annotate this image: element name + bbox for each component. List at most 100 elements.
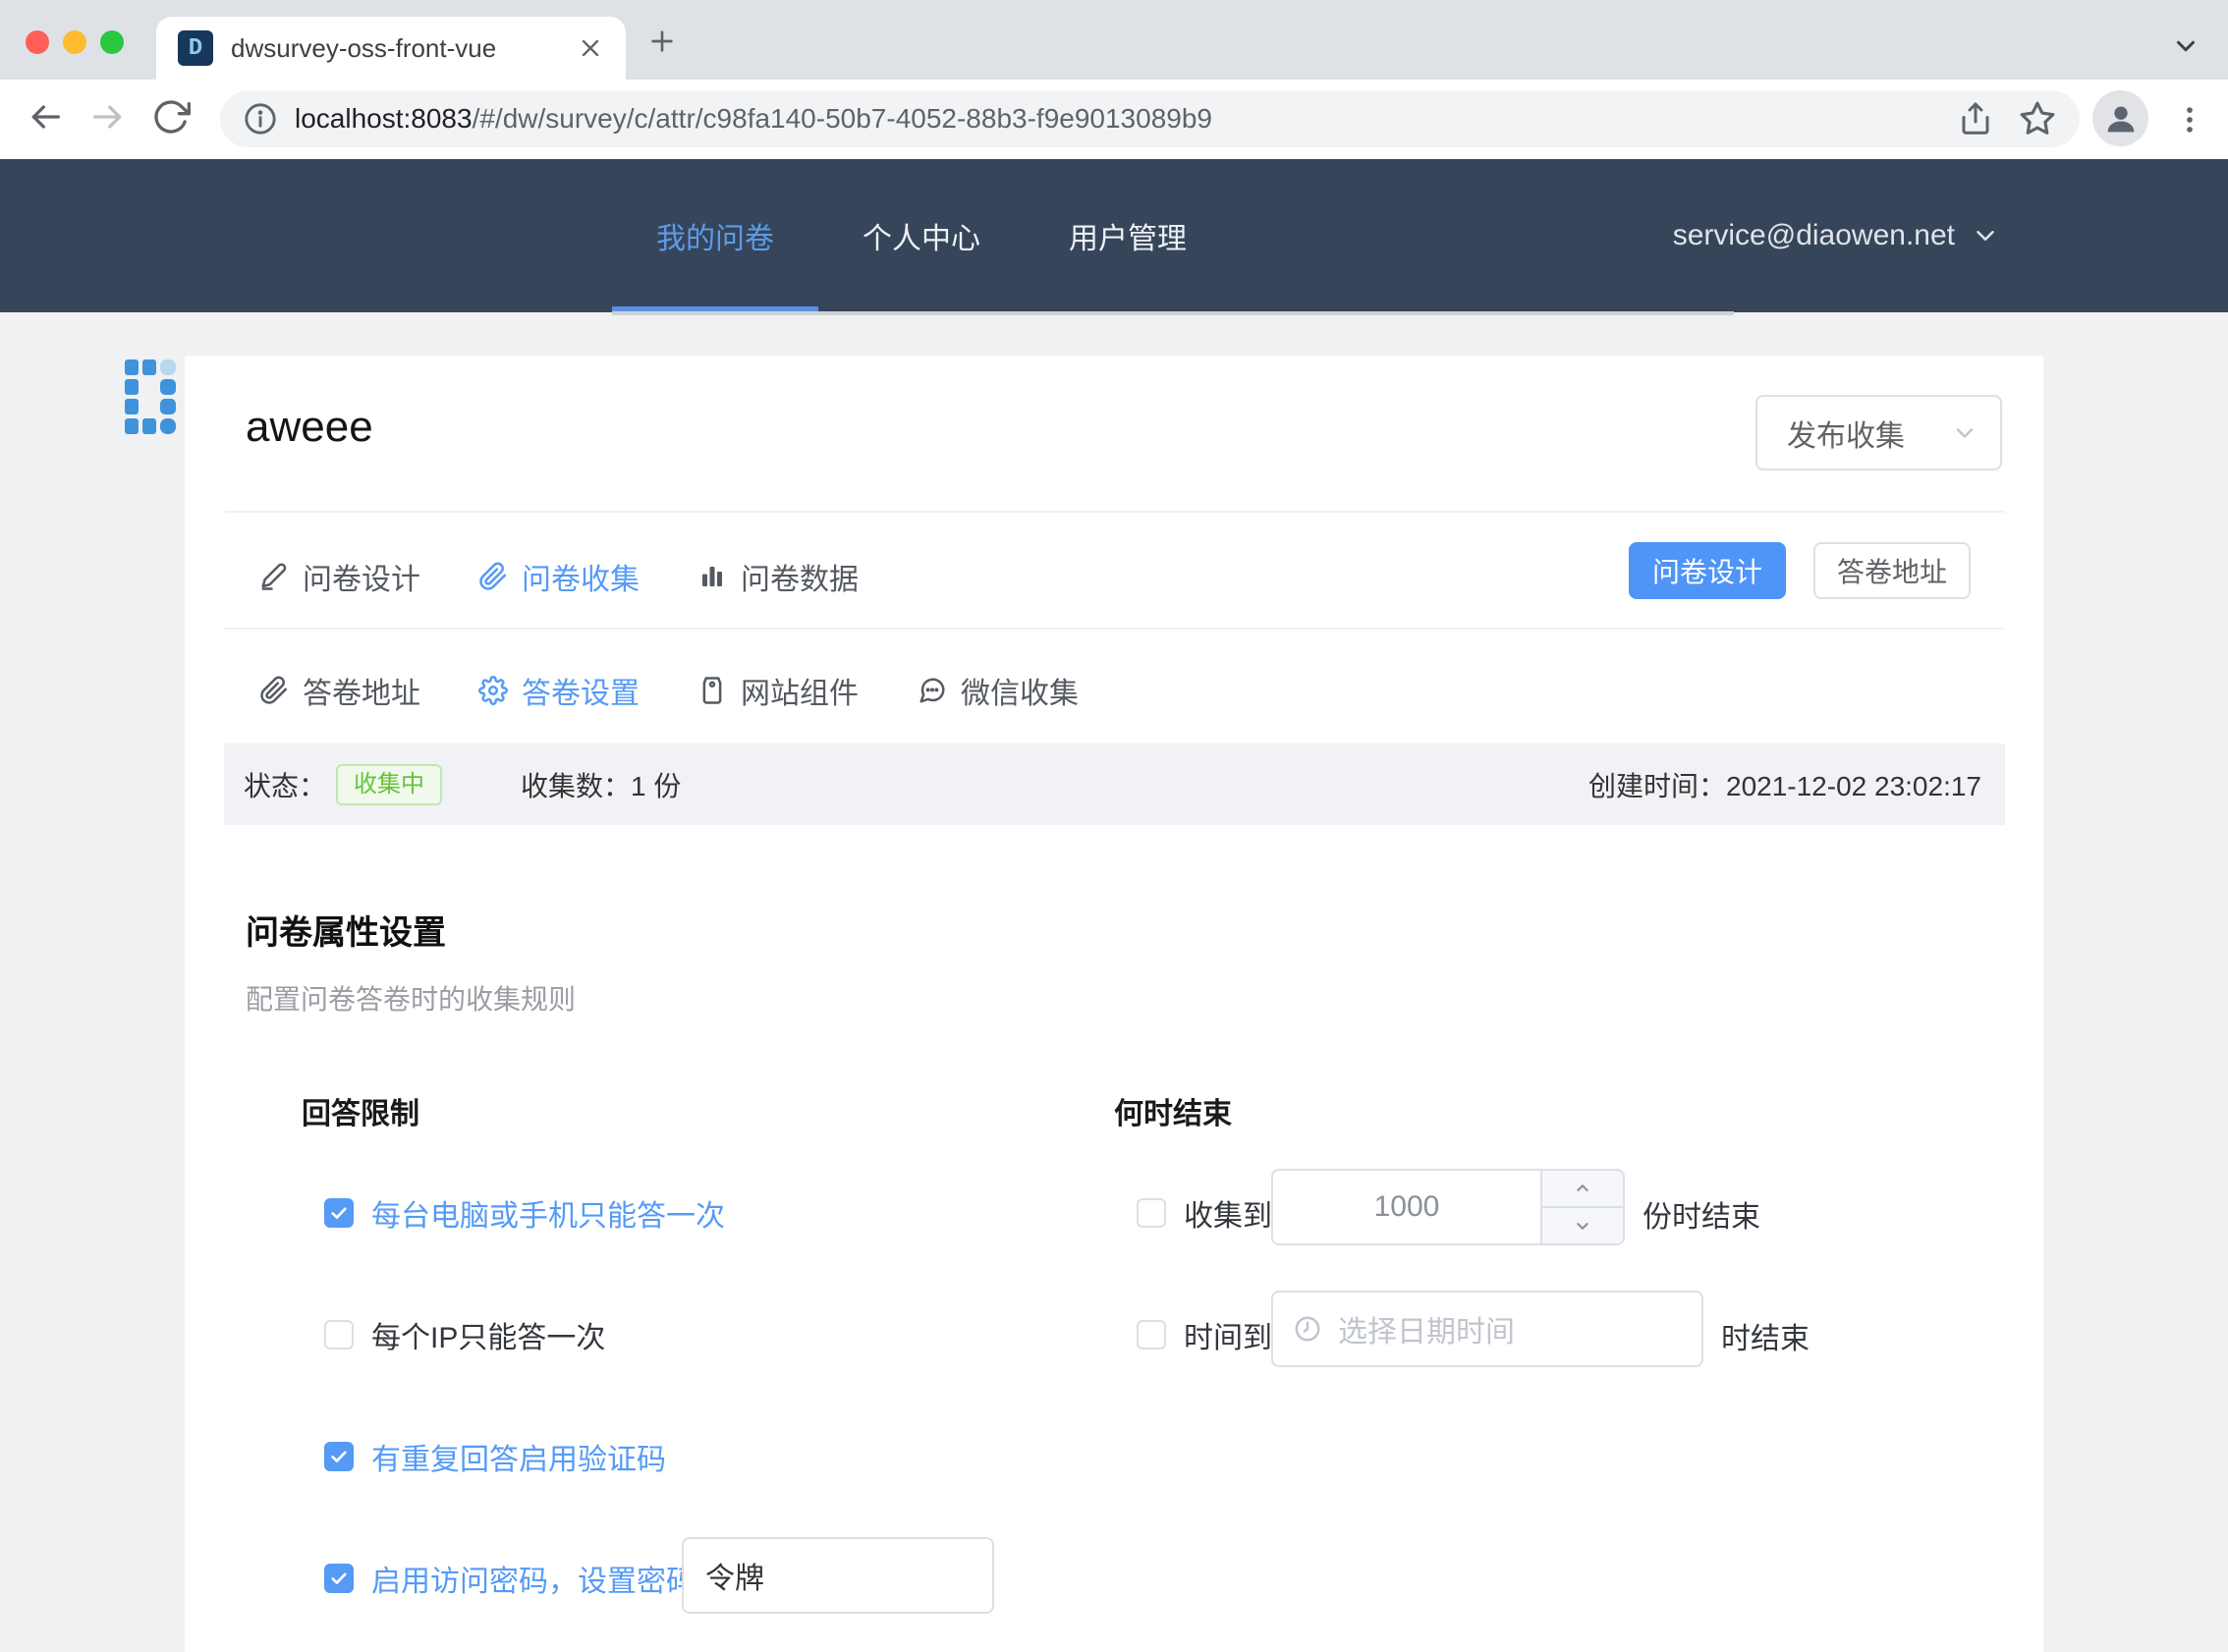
- tab-search-chevron-icon[interactable]: [2171, 31, 2200, 61]
- settings-subheading: 配置问卷答卷时的收集规则: [246, 978, 576, 1018]
- label-collect-to[interactable]: 收集到: [1184, 1191, 1272, 1235]
- answer-limit-group-title: 回答限制: [302, 1089, 419, 1132]
- browser-menu-icon[interactable]: [2173, 103, 2206, 137]
- browser-profile-avatar[interactable]: [2092, 90, 2148, 146]
- subtab-answer-settings[interactable]: 答卷设置: [478, 669, 640, 712]
- reload-icon[interactable]: [151, 97, 191, 137]
- nav-item-user-management[interactable]: 用户管理: [1025, 159, 1231, 312]
- diaowen-logo-icon[interactable]: [125, 359, 176, 436]
- row-collect-to: 收集到: [1137, 1191, 1272, 1235]
- collect-count-input[interactable]: 1000: [1273, 1171, 1540, 1243]
- tab-survey-data-label: 问卷数据: [741, 555, 859, 598]
- end-rules-group-title: 何时结束: [1114, 1089, 1232, 1132]
- check-icon: [329, 1203, 349, 1223]
- user-menu[interactable]: service@diaowen.net: [1673, 159, 2000, 312]
- datetime-placeholder: 选择日期时间: [1338, 1307, 1515, 1350]
- app-header: DIAOWEN 调问 OSS 我的问卷 个人中心 用户管理 service@di…: [0, 159, 2228, 312]
- minimize-window-button[interactable]: [63, 30, 86, 54]
- site-info-icon[interactable]: [244, 102, 277, 136]
- collect-count-stepper: 1000: [1271, 1169, 1625, 1245]
- menu-bottom-border: [612, 311, 1734, 315]
- subtab-wechat-collect[interactable]: 微信收集: [918, 669, 1079, 712]
- subtab-answer-url[interactable]: 答卷地址: [259, 669, 420, 712]
- tab-survey-collect[interactable]: 问卷收集: [478, 555, 640, 598]
- survey-title: aweee: [246, 403, 373, 452]
- paperclip-icon: [259, 676, 289, 705]
- check-icon: [329, 1569, 349, 1588]
- subtab-wechat-collect-label: 微信收集: [961, 669, 1079, 712]
- subtab-answer-url-label: 答卷地址: [303, 669, 420, 712]
- bar-chart-icon: [697, 562, 727, 591]
- end-datetime-picker[interactable]: 选择日期时间: [1271, 1291, 1703, 1367]
- nav-item-personal-center[interactable]: 个人中心: [818, 159, 1025, 312]
- divider: [225, 628, 2005, 630]
- tab-survey-collect-label: 问卷收集: [522, 555, 640, 598]
- window-controls: [26, 30, 124, 54]
- zoom-window-button[interactable]: [100, 30, 124, 54]
- select-chevron-icon: [1951, 419, 1978, 447]
- new-tab-button[interactable]: [646, 26, 678, 57]
- tab-close-icon[interactable]: [577, 34, 604, 62]
- url-host: localhost:8083: [295, 103, 473, 134]
- back-icon[interactable]: [26, 97, 65, 137]
- gear-icon: [478, 676, 508, 705]
- tag-icon: [697, 676, 727, 705]
- row-time-to: 时间到: [1137, 1313, 1272, 1356]
- pencil-icon: [259, 562, 289, 591]
- url-path: /#/dw/survey/c/attr/c98fa140-50b7-4052-8…: [473, 103, 1212, 134]
- link-icon: [478, 562, 508, 591]
- status-badge: 收集中: [336, 764, 442, 805]
- tab-title: dwsurvey-oss-front-vue: [231, 33, 577, 64]
- user-menu-chevron-icon: [1971, 221, 2000, 250]
- forward-icon[interactable]: [88, 97, 128, 137]
- close-window-button[interactable]: [26, 30, 49, 54]
- subtab-site-widget[interactable]: 网站组件: [697, 669, 859, 712]
- label-access-password[interactable]: 启用访问密码，设置密码: [371, 1557, 696, 1600]
- collect-count: 收集数：1 份: [521, 765, 681, 804]
- tab-survey-data[interactable]: 问卷数据: [697, 555, 859, 598]
- check-icon: [329, 1447, 349, 1466]
- bookmark-star-icon[interactable]: [2019, 100, 2056, 138]
- row-access-password: 启用访问密码，设置密码: [324, 1557, 696, 1600]
- nav-item-my-surveys[interactable]: 我的问卷: [612, 159, 818, 312]
- url-text[interactable]: localhost:8083/#/dw/survey/c/attr/c98fa1…: [295, 103, 1932, 135]
- label-one-answer-per-device[interactable]: 每台电脑或手机只能答一次: [371, 1191, 725, 1235]
- time-to-suffix: 时结束: [1721, 1314, 1810, 1357]
- answer-url-button[interactable]: 答卷地址: [1813, 542, 1971, 599]
- checkbox-access-password[interactable]: [324, 1564, 354, 1593]
- tab-survey-design[interactable]: 问卷设计: [259, 555, 420, 598]
- created-time: 创建时间：2021-12-02 23:02:17: [1588, 765, 1981, 804]
- collect-to-suffix: 份时结束: [1643, 1192, 1760, 1236]
- checkbox-captcha-on-repeat[interactable]: [324, 1442, 354, 1471]
- label-one-answer-per-ip[interactable]: 每个IP只能答一次: [371, 1313, 605, 1356]
- browser-tab[interactable]: D dwsurvey-oss-front-vue: [156, 17, 626, 80]
- subtab-site-widget-label: 网站组件: [741, 669, 859, 712]
- publish-collect-select[interactable]: 发布收集: [1755, 395, 2002, 470]
- checkbox-one-answer-per-device[interactable]: [324, 1198, 354, 1228]
- checkbox-collect-to[interactable]: [1137, 1198, 1166, 1228]
- survey-design-button[interactable]: 问卷设计: [1629, 542, 1786, 599]
- tab-favicon: D: [178, 30, 213, 66]
- checkbox-one-answer-per-ip[interactable]: [324, 1320, 354, 1349]
- browser-tab-strip: D dwsurvey-oss-front-vue: [0, 0, 2228, 80]
- label-time-to[interactable]: 时间到: [1184, 1313, 1272, 1356]
- share-icon[interactable]: [1958, 101, 1993, 137]
- row-one-answer-per-ip: 每个IP只能答一次: [324, 1313, 605, 1356]
- stepper-up-icon[interactable]: [1542, 1171, 1623, 1208]
- chat-bubble-icon: [918, 676, 947, 705]
- status-label: 状态：: [244, 765, 326, 804]
- browser-toolbar: localhost:8083/#/dw/survey/c/attr/c98fa1…: [0, 80, 2228, 159]
- stepper-down-icon[interactable]: [1542, 1208, 1623, 1243]
- address-bar[interactable]: localhost:8083/#/dw/survey/c/attr/c98fa1…: [220, 90, 2080, 147]
- clock-icon: [1293, 1314, 1322, 1344]
- stepper-controls: [1540, 1171, 1623, 1243]
- divider: [225, 511, 2005, 513]
- user-email: service@diaowen.net: [1673, 219, 1955, 252]
- row-one-answer-per-device: 每台电脑或手机只能答一次: [324, 1191, 725, 1235]
- access-password-input[interactable]: [682, 1537, 994, 1614]
- checkbox-time-to[interactable]: [1137, 1320, 1166, 1349]
- subtab-answer-settings-label: 答卷设置: [522, 669, 640, 712]
- publish-collect-select-value: 发布收集: [1787, 412, 1951, 455]
- label-captcha-on-repeat[interactable]: 有重复回答启用验证码: [371, 1435, 666, 1478]
- survey-detail-card: aweee 发布收集 问卷设计 问卷收集 问卷数据 问卷设计 答卷地址 答卷地址: [185, 356, 2043, 1652]
